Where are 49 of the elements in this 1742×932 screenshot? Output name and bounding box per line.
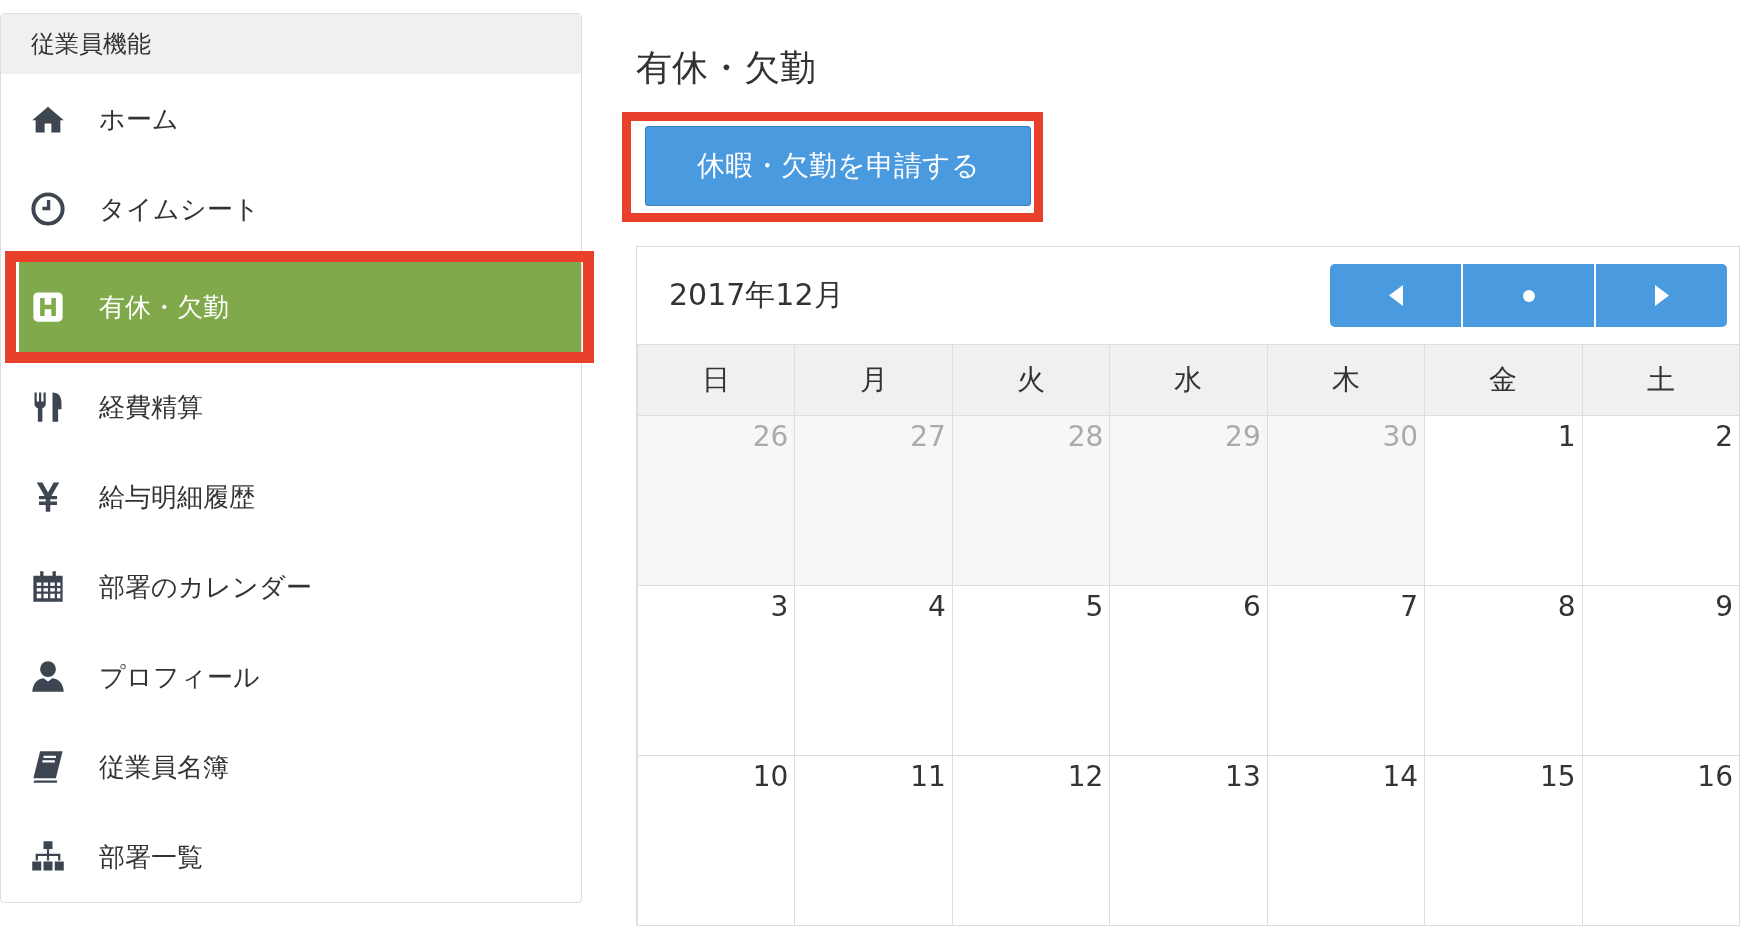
weekday-header: 月: [794, 344, 953, 416]
day-number: 11: [910, 760, 946, 793]
day-number: 12: [1067, 760, 1104, 793]
hospital-icon: [30, 289, 66, 325]
weekday-header: 水: [1109, 344, 1268, 416]
nav-item[interactable]: プロフィール: [1, 632, 581, 722]
weekday-header: 金: [1424, 344, 1583, 416]
nav-item[interactable]: 部署のカレンダー: [1, 542, 581, 632]
day-number: 28: [1067, 420, 1104, 453]
clock-icon: [30, 191, 66, 227]
sidebar-header: 従業員機能: [1, 14, 581, 74]
day-number: 26: [752, 420, 789, 453]
day-number: 1: [1557, 420, 1576, 453]
user-icon: [30, 659, 66, 695]
day-number: 6: [1242, 590, 1261, 623]
right-triangle-icon: [1654, 285, 1669, 306]
day-number: 3: [770, 590, 789, 623]
nav-item[interactable]: タイムシート: [1, 164, 581, 254]
day-number: 16: [1697, 760, 1733, 793]
nav-item[interactable]: 部署一覧: [1, 812, 581, 902]
left-triangle-icon: [1388, 285, 1403, 306]
day-number: 10: [752, 760, 789, 793]
day-number: 13: [1225, 760, 1261, 793]
weekday-header: 日: [637, 344, 796, 416]
today-button[interactable]: [1463, 264, 1594, 327]
calendar-icon: [30, 569, 66, 605]
next-button[interactable]: [1596, 264, 1727, 327]
weekday-header: 火: [951, 344, 1111, 416]
day-number: 15: [1539, 760, 1576, 793]
nav-item[interactable]: 給与明細履歴: [1, 452, 581, 542]
day-number: 30: [1382, 420, 1419, 453]
weekday-header: 土: [1581, 344, 1740, 416]
day-number: 5: [1085, 590, 1104, 623]
day-number: 8: [1557, 590, 1576, 623]
page-title: 有休・欠勤: [636, 46, 817, 90]
day-number: 29: [1225, 420, 1261, 453]
dot-icon: [1522, 289, 1535, 302]
nav-item[interactable]: ホーム: [1, 74, 581, 164]
day-number: 9: [1715, 590, 1733, 623]
nav-item[interactable]: 従業員名簿: [1, 722, 581, 812]
day-number: 7: [1400, 590, 1419, 623]
day-number: 14: [1382, 760, 1419, 793]
nav-item[interactable]: 経費精算: [1, 362, 581, 452]
day-number: 4: [928, 590, 946, 623]
month-title: 2017年12月: [669, 276, 844, 314]
weekday-header: 木: [1266, 344, 1426, 416]
day-number: 2: [1715, 420, 1733, 453]
previous-button[interactable]: [1330, 264, 1461, 327]
day-number: 27: [910, 420, 946, 453]
